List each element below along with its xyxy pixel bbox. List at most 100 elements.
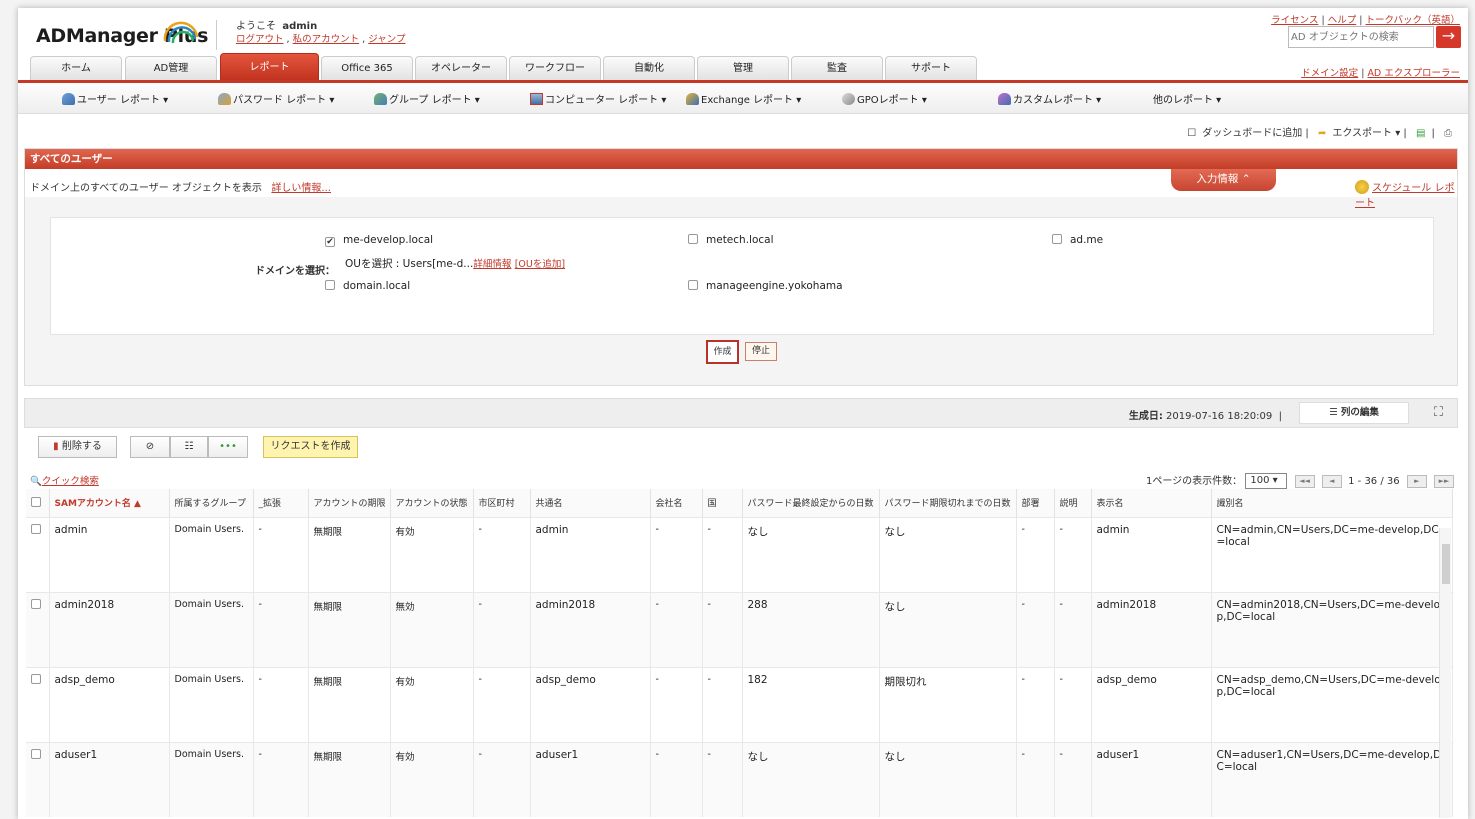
row-select-cell[interactable]: [26, 591, 50, 667]
generate-button[interactable]: 作成: [706, 340, 739, 364]
subnav-exchange-reports[interactable]: Exchange レポート ▾: [686, 91, 801, 106]
scrollbar-thumb[interactable]: [1442, 544, 1450, 584]
col-description[interactable]: 説明: [1054, 489, 1092, 517]
ad-explorer-link[interactable]: AD エクスプローラー: [1367, 68, 1460, 79]
export-icon[interactable]: ➦: [1318, 128, 1326, 139]
csv-icon[interactable]: ▤: [1416, 128, 1425, 139]
jump-link[interactable]: ジャンプ: [368, 34, 405, 45]
print-icon[interactable]: ⎙: [1444, 128, 1452, 139]
subnav-other-reports[interactable]: 他のレポート ▾: [1153, 91, 1221, 106]
logout-link[interactable]: ログアウト: [236, 34, 284, 45]
input-info-toggle[interactable]: 入力情報 ⌃: [1171, 169, 1276, 191]
domain-option-manageengine[interactable]: manageengine.yokohama: [688, 280, 843, 292]
tab-workflow[interactable]: ワークフロー: [509, 56, 601, 80]
row-checkbox[interactable]: [31, 523, 41, 534]
col-account-status[interactable]: アカウントの状態: [390, 489, 474, 517]
prev-page-button[interactable]: ◄: [1321, 474, 1342, 488]
schedule-report-link[interactable]: スケジュール レポート: [1355, 183, 1454, 209]
row-checkbox[interactable]: [31, 748, 41, 759]
dashboard-add-icon[interactable]: ☐: [1187, 128, 1196, 139]
help-link[interactable]: ヘルプ: [1328, 15, 1357, 26]
row-checkbox[interactable]: [31, 673, 41, 684]
quick-search[interactable]: 🔍クイック検索: [30, 473, 99, 487]
details-link[interactable]: 詳しい情報...: [271, 183, 331, 194]
ou-details-link[interactable]: 詳細情報: [473, 259, 511, 270]
col-extension[interactable]: _拡張: [253, 489, 309, 517]
col-department[interactable]: 部署: [1016, 489, 1055, 517]
first-page-button[interactable]: ◄◄: [1294, 474, 1315, 488]
checkbox-checked-icon[interactable]: ✔: [325, 237, 335, 247]
table-row[interactable]: admin2018 Domain Users. - 無期限 無効 - admin…: [26, 591, 1453, 667]
license-link[interactable]: ライセンス: [1271, 15, 1318, 26]
domain-option-metech[interactable]: metech.local: [688, 234, 774, 246]
table-row[interactable]: aduser1 Domain Users. - 無期限 有効 - aduser1…: [26, 741, 1453, 817]
table-scrollbar[interactable]: [1439, 528, 1451, 818]
col-pwd-expiry-days[interactable]: パスワード期限切れまでの日数: [879, 489, 1017, 517]
subnav-label: Exchange レポート ▾: [701, 95, 802, 106]
col-distinguished-name[interactable]: 識別名: [1211, 489, 1453, 517]
report-title: すべてのユーザー: [25, 149, 1457, 169]
row-select-cell[interactable]: [26, 741, 50, 817]
subnav-gpo-reports[interactable]: GPOレポート ▾: [842, 91, 927, 106]
checkbox-icon[interactable]: [1052, 234, 1062, 244]
col-account-expiry[interactable]: アカウントの期限: [308, 489, 391, 517]
expand-icon[interactable]: ⛶: [1434, 405, 1443, 420]
subnav-computer-reports[interactable]: コンピューター レポート ▾: [530, 91, 666, 106]
select-all-checkbox[interactable]: [31, 496, 41, 507]
col-city[interactable]: 市区町村: [473, 489, 531, 517]
table-row[interactable]: adsp_demo Domain Users. - 無期限 有効 - adsp_…: [26, 666, 1453, 742]
per-page-select[interactable]: 100 ▾: [1245, 473, 1288, 489]
tab-support[interactable]: サポート: [885, 56, 977, 80]
checkbox-icon[interactable]: [325, 280, 335, 290]
delete-button[interactable]: ▮ 削除する: [38, 436, 117, 458]
tab-admin[interactable]: 管理: [697, 56, 789, 80]
domain-option-ad-me[interactable]: ad.me: [1052, 234, 1103, 246]
cell: -: [253, 741, 309, 817]
next-page-button[interactable]: ►: [1406, 474, 1427, 488]
col-country[interactable]: 国: [702, 489, 743, 517]
tab-audit[interactable]: 監査: [791, 56, 883, 80]
col-pwd-last-set-days[interactable]: パスワード最終設定からの日数: [742, 489, 880, 517]
stop-button[interactable]: 停止: [745, 342, 777, 361]
quick-search-link[interactable]: クイック検索: [42, 476, 99, 487]
last-page-button[interactable]: ►►: [1434, 474, 1454, 488]
subnav-group-reports[interactable]: グループ レポート ▾: [374, 91, 480, 106]
tab-office365[interactable]: Office 365: [321, 56, 413, 80]
edit-columns-button[interactable]: ☰ 列の編集: [1299, 402, 1409, 424]
select-all-header[interactable]: [26, 489, 50, 517]
row-checkbox[interactable]: [31, 598, 41, 609]
search-go-button[interactable]: →: [1436, 26, 1461, 48]
subnav-password-reports[interactable]: パスワード レポート ▾: [218, 91, 334, 106]
add-to-dashboard-link[interactable]: ダッシュボードに追加 |: [1202, 128, 1309, 139]
subnav-user-reports[interactable]: ユーザー レポート ▾: [62, 91, 168, 106]
more-actions-button[interactable]: •••: [208, 436, 248, 458]
disable-button[interactable]: ⊘: [130, 436, 170, 458]
tab-ad-management[interactable]: AD管理: [125, 56, 217, 80]
col-groups[interactable]: 所属するグループ: [169, 489, 254, 517]
checkbox-icon[interactable]: [688, 280, 698, 290]
feedback-link[interactable]: トークバック（英語）: [1365, 15, 1460, 26]
create-request-button[interactable]: リクエストを作成: [263, 436, 358, 458]
row-select-cell[interactable]: [26, 516, 50, 592]
domain-option-domain-local[interactable]: domain.local: [325, 280, 410, 292]
table-row[interactable]: admin Domain Users. - 無期限 有効 - admin - -…: [26, 516, 1453, 592]
domain-settings-link[interactable]: ドメイン設定: [1301, 68, 1358, 79]
tab-automation[interactable]: 自動化: [603, 56, 695, 80]
schedule-report[interactable]: スケジュール レポート: [1355, 179, 1457, 209]
ad-object-search-input[interactable]: [1288, 26, 1434, 48]
subnav-custom-reports[interactable]: カスタムレポート ▾: [998, 91, 1101, 106]
move-button[interactable]: ☷: [170, 436, 208, 458]
my-account-link[interactable]: 私のアカウント: [293, 34, 360, 45]
export-menu[interactable]: エクスポート ▾ |: [1332, 128, 1406, 139]
col-display-name[interactable]: 表示名: [1091, 489, 1212, 517]
tab-reports[interactable]: レポート: [220, 53, 319, 80]
domain-option-me-develop[interactable]: ✔ me-develop.local: [325, 234, 433, 247]
col-sam-account[interactable]: SAMアカウント名 ▲: [49, 489, 170, 517]
tab-operators[interactable]: オペレーター: [415, 56, 507, 80]
col-common-name[interactable]: 共通名: [530, 489, 651, 517]
tab-home[interactable]: ホーム: [30, 56, 122, 80]
add-ou-link[interactable]: [OUを追加]: [515, 259, 565, 270]
checkbox-icon[interactable]: [688, 234, 698, 244]
row-select-cell[interactable]: [26, 666, 50, 742]
col-company[interactable]: 会社名: [650, 489, 703, 517]
